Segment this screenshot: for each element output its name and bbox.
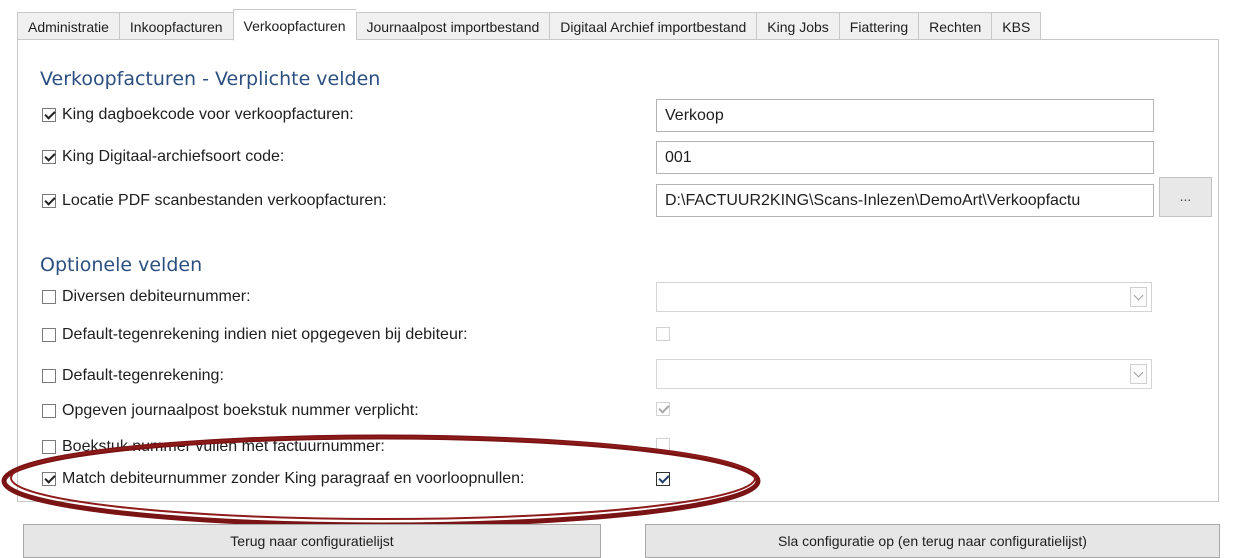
default-tegenrekening-debiteur-label: Default-tegenrekening indien niet opgege… bbox=[62, 326, 468, 343]
browse-button[interactable]: ... bbox=[1159, 177, 1212, 217]
tab-kbs[interactable]: KBS bbox=[991, 12, 1042, 41]
dagboekcode-label: King dagboekcode voor verkoopfacturen: bbox=[62, 106, 354, 123]
boekstuk-verplicht-checkbox[interactable] bbox=[42, 404, 56, 418]
archiefsoort-checkbox[interactable] bbox=[42, 150, 56, 164]
optional-row-default-tegenrekening: Default-tegenrekening: bbox=[42, 367, 224, 385]
tab-fiattering[interactable]: Fiattering bbox=[838, 12, 919, 41]
tab-verkoopfacturen[interactable]: Verkoopfacturen bbox=[232, 9, 356, 41]
back-to-config-list-button[interactable]: Terug naar configuratielijst bbox=[23, 524, 601, 558]
optional-row-boekstuk-verplicht: Opgeven journaalpost boekstuk nummer ver… bbox=[42, 402, 419, 420]
diversen-debiteurnummer-select[interactable] bbox=[656, 282, 1152, 312]
chevron-down-icon bbox=[1130, 364, 1147, 384]
tab-rechten[interactable]: Rechten bbox=[918, 12, 992, 41]
tab-digitaal-archief-importbestand[interactable]: Digitaal Archief importbestand bbox=[549, 12, 757, 41]
boekstuk-factuurnummer-checkbox[interactable] bbox=[42, 440, 56, 454]
tab-inkoopfacturen[interactable]: Inkoopfacturen bbox=[118, 12, 233, 41]
tab-king-jobs[interactable]: King Jobs bbox=[756, 12, 839, 41]
required-row-dagboekcode: King dagboekcode voor verkoopfacturen: bbox=[42, 106, 354, 124]
boekstuk-verplicht-value-checkbox[interactable] bbox=[656, 402, 670, 416]
match-debiteurnummer-label: Match debiteurnummer zonder King paragra… bbox=[62, 470, 525, 487]
optional-section-title: Optionele velden bbox=[40, 254, 203, 276]
boekstuk-verplicht-label: Opgeven journaalpost boekstuk nummer ver… bbox=[62, 402, 419, 419]
chevron-down-icon bbox=[1130, 287, 1147, 307]
optional-row-match-debiteurnummer: Match debiteurnummer zonder King paragra… bbox=[42, 470, 525, 488]
match-debiteurnummer-checkbox[interactable] bbox=[42, 472, 56, 486]
default-tegenrekening-debiteur-checkbox[interactable] bbox=[42, 328, 56, 342]
tab-bar: Administratie Inkoopfacturen Verkoopfact… bbox=[17, 9, 1042, 41]
archiefsoort-input[interactable]: 001 bbox=[656, 141, 1154, 174]
default-tegenrekening-select[interactable] bbox=[656, 359, 1152, 389]
locatie-pdf-checkbox[interactable] bbox=[42, 194, 56, 208]
required-row-locatie-pdf: Locatie PDF scanbestanden verkoopfacture… bbox=[42, 192, 387, 210]
boekstuk-factuurnummer-label: Boekstuk nummer vullen met factuurnummer… bbox=[62, 438, 385, 455]
boekstuk-factuurnummer-value-checkbox[interactable] bbox=[656, 438, 670, 452]
default-tegenrekening-checkbox[interactable] bbox=[42, 369, 56, 383]
archiefsoort-label: King Digitaal-archiefsoort code: bbox=[62, 148, 285, 165]
optional-row-boekstuk-factuurnummer: Boekstuk nummer vullen met factuurnummer… bbox=[42, 438, 385, 456]
dagboekcode-input[interactable]: Verkoop bbox=[656, 99, 1154, 132]
match-debiteurnummer-value-checkbox[interactable] bbox=[656, 472, 670, 486]
tab-journaalpost-importbestand[interactable]: Journaalpost importbestand bbox=[355, 12, 550, 41]
optional-row-default-tegenrekening-debiteur: Default-tegenrekening indien niet opgege… bbox=[42, 326, 468, 344]
diversen-debiteurnummer-checkbox[interactable] bbox=[42, 290, 56, 304]
save-config-button[interactable]: Sla configuratie op (en terug naar confi… bbox=[645, 524, 1220, 558]
diversen-debiteurnummer-label: Diversen debiteurnummer: bbox=[62, 288, 251, 305]
default-tegenrekening-debiteur-value-checkbox[interactable] bbox=[656, 327, 670, 341]
locatie-pdf-input[interactable]: D:\FACTUUR2KING\Scans-Inlezen\DemoArt\Ve… bbox=[656, 184, 1154, 217]
default-tegenrekening-label: Default-tegenrekening: bbox=[62, 367, 224, 384]
dagboekcode-checkbox[interactable] bbox=[42, 108, 56, 122]
tab-administratie[interactable]: Administratie bbox=[17, 12, 119, 41]
required-section-title: Verkoopfacturen - Verplichte velden bbox=[40, 68, 381, 90]
optional-row-diversen-debiteurnummer: Diversen debiteurnummer: bbox=[42, 288, 251, 306]
locatie-pdf-label: Locatie PDF scanbestanden verkoopfacture… bbox=[62, 192, 387, 209]
required-row-archiefsoort: King Digitaal-archiefsoort code: bbox=[42, 148, 284, 166]
